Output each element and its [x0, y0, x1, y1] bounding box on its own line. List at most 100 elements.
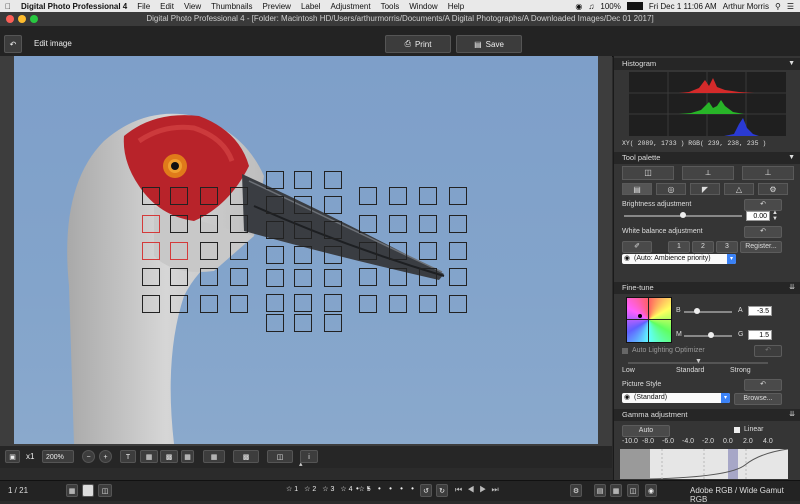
print-button[interactable]: ⎙ Print	[385, 35, 451, 53]
panel-toggle-icon[interactable]: ▤	[594, 484, 606, 497]
compare-button[interactable]: ▩	[233, 450, 259, 463]
menu-help[interactable]: Help	[443, 2, 469, 11]
back-button[interactable]: ↶	[4, 35, 22, 53]
af-point	[389, 295, 407, 313]
star-rating-dots[interactable]: • • • • • •	[356, 484, 417, 493]
collapse-icon[interactable]: ▼	[780, 58, 795, 70]
clock[interactable]: Fri Dec 1 11:06 AM	[649, 2, 717, 11]
m-g-slider-handle[interactable]	[708, 332, 715, 338]
image-icon[interactable]: ◫	[627, 484, 639, 497]
gamma-tick: 4.0	[763, 438, 773, 445]
save-button[interactable]: ▤ Save	[456, 35, 522, 53]
apple-icon[interactable]: 	[0, 2, 16, 11]
alo-slider-handle[interactable]: ▼	[695, 358, 702, 365]
gamma-curve-chart[interactable]	[620, 449, 788, 479]
color-wheel-crosshair-v	[648, 298, 649, 342]
tab-color[interactable]: △	[724, 183, 754, 195]
battery-percent[interactable]: 100%	[600, 2, 620, 11]
menu-label[interactable]: Label	[296, 2, 326, 11]
menu-file[interactable]: File	[132, 2, 155, 11]
histogram-header[interactable]: Histogram ▼	[614, 58, 800, 70]
a-value-field[interactable]: -3.5	[748, 306, 772, 316]
wb-preset-1[interactable]: 1	[668, 241, 690, 253]
collapse-icon[interactable]: ⇊	[781, 282, 795, 294]
zoom-in-button[interactable]: +	[99, 450, 112, 463]
panel-layout-icon[interactable]: ▦	[610, 484, 622, 497]
layout-button[interactable]: ▦	[203, 450, 225, 463]
tab-basic[interactable]: ◫	[622, 166, 674, 180]
picture-style-reset-button[interactable]: ↶	[744, 379, 782, 391]
eyedropper-button[interactable]: ✐	[622, 241, 652, 253]
rotate-left-icon[interactable]: ↺	[420, 484, 432, 497]
expand-arrow-icon[interactable]: ▴	[299, 460, 303, 468]
menu-view[interactable]: View	[179, 2, 206, 11]
wb-preset-3[interactable]: 3	[716, 241, 738, 253]
volume-icon[interactable]: ♫	[588, 2, 594, 11]
wb-register-button[interactable]: Register...	[740, 241, 782, 253]
fine-tune-header[interactable]: Fine-tune ⇊	[614, 282, 800, 294]
tab-lens[interactable]: ◎	[656, 183, 686, 195]
zoom-out-button[interactable]: −	[82, 450, 95, 463]
tab-stamp[interactable]: ⊥	[742, 166, 794, 180]
white-balance-select[interactable]: ◉ (Auto: Ambience priority) ▾	[622, 254, 736, 264]
list-icon[interactable]: ☰	[787, 2, 794, 11]
single-view-icon[interactable]	[82, 484, 94, 497]
white-balance-reset-button[interactable]: ↶	[744, 226, 782, 238]
fit-to-window-icon[interactable]: ▣	[5, 450, 20, 463]
tab-tone-curve[interactable]: ◤	[690, 183, 720, 195]
display-mode-button[interactable]: ◫	[267, 450, 293, 463]
af-points-button[interactable]: ▩	[160, 450, 178, 463]
menu-thumbnails[interactable]: Thumbnails	[206, 2, 257, 11]
alo-checkbox[interactable]	[622, 348, 628, 354]
b-a-slider-handle[interactable]	[693, 308, 700, 314]
collapse-icon[interactable]: ▼	[780, 152, 795, 164]
menu-window[interactable]: Window	[404, 2, 442, 11]
close-window-button[interactable]	[6, 15, 14, 23]
gamma-auto-button[interactable]: Auto	[622, 425, 670, 437]
tab-settings[interactable]: ⚙	[758, 183, 788, 195]
alo-reset-button[interactable]: ↶	[754, 345, 782, 357]
tab-basic-adjustment[interactable]: ▤	[622, 183, 652, 195]
highlight-warning-button[interactable]: ▦	[181, 450, 194, 463]
menu-adjustment[interactable]: Adjustment	[326, 2, 376, 11]
rotate-right-icon[interactable]: ↻	[436, 484, 448, 497]
g-value-field[interactable]: 1.5	[748, 330, 772, 340]
brightness-slider-handle[interactable]	[680, 212, 686, 218]
zoom-window-button[interactable]	[30, 15, 38, 23]
tab-crop[interactable]: ⟂	[682, 166, 734, 180]
linear-checkbox[interactable]	[734, 427, 740, 433]
menu-app-name[interactable]: Digital Photo Professional 4	[16, 2, 132, 11]
minimize-window-button[interactable]	[18, 15, 26, 23]
menu-preview[interactable]: Preview	[258, 2, 296, 11]
thumbnail-grid-icon[interactable]: ▦	[66, 484, 78, 497]
camera-icon[interactable]: ◉	[645, 484, 657, 497]
wb-preset-2[interactable]: 2	[692, 241, 714, 253]
gamma-header[interactable]: Gamma adjustment ⇊	[614, 409, 800, 421]
tools-icon[interactable]: ⚙	[570, 484, 582, 497]
brightness-value-field[interactable]: 0.00	[746, 211, 770, 221]
color-wheel-point[interactable]	[638, 314, 642, 318]
menu-tools[interactable]: Tools	[376, 2, 405, 11]
user-name[interactable]: Arthur Morris	[723, 2, 769, 11]
b-a-slider[interactable]	[684, 311, 732, 313]
picture-style-select[interactable]: ◉ (Standard) ▾	[622, 393, 730, 403]
browse-button[interactable]: Browse...	[734, 393, 782, 405]
wifi-icon[interactable]: ◉	[575, 2, 582, 11]
grid-overlay-button[interactable]: ▦	[140, 450, 158, 463]
color-wheel[interactable]	[626, 297, 672, 343]
filmstrip-icon[interactable]: ◫	[98, 484, 112, 497]
af-point	[449, 268, 467, 286]
x1-zoom-button[interactable]: x1	[26, 452, 34, 461]
crane-photo[interactable]	[14, 56, 598, 444]
battery-icon[interactable]	[626, 2, 643, 10]
search-icon[interactable]: ⚲	[775, 2, 781, 11]
af-point	[419, 295, 437, 313]
navigation-arrows[interactable]: ⏮◀▶⏭	[455, 485, 504, 495]
tool-palette-header[interactable]: Tool palette ▼	[614, 152, 800, 164]
zoom-select[interactable]: 200%	[42, 450, 74, 463]
text-overlay-button[interactable]: T	[120, 450, 136, 463]
af-point	[419, 242, 437, 260]
collapse-icon[interactable]: ⇊	[781, 409, 795, 421]
menu-edit[interactable]: Edit	[155, 2, 179, 11]
brightness-stepper[interactable]: ▲ ▼	[772, 210, 778, 222]
